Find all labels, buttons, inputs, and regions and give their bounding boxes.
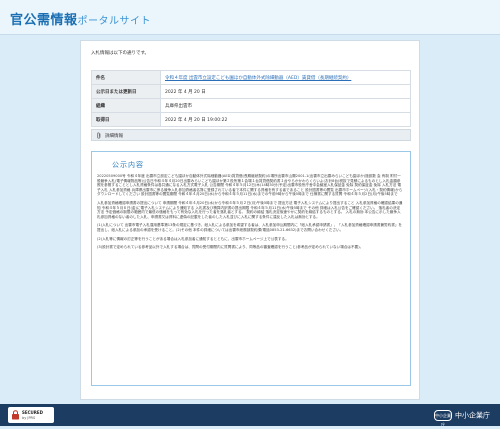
secured-seal[interactable]: SECURED by JPRS bbox=[8, 407, 54, 423]
attachment-bar[interactable]: 詳細情報 bbox=[91, 129, 411, 141]
notice-paragraph: 入札参加資格確認申請書の提出について 申請期間 令和４年４月20日(水)から令和… bbox=[97, 200, 403, 219]
bid-info-table: 件名 令和４年度 出雲市立設定こども園ほか自動体外式除細動器（AED）賃貸借（長… bbox=[91, 70, 411, 127]
paperclip-icon bbox=[97, 132, 101, 139]
notice-paragraph: (2)入札等に情報の訂正等を行うことがある場合は入札参加者に通知するとともに、出… bbox=[97, 236, 289, 241]
logo-main-text: 官公需情報 bbox=[10, 13, 78, 28]
agency-name: 中小企業庁 bbox=[455, 411, 490, 420]
intro-text: 入札情報は以下の通りです。 bbox=[91, 51, 150, 56]
table-row: 組織 兵庫県出雲市 bbox=[91, 98, 411, 113]
notice-paragraph: (3)設計書で定められている参考品以外で入札する場合は、質問の受付期間内に質問書… bbox=[97, 245, 364, 250]
bid-detail-panel: 入札情報は以下の通りです。 件名 令和４年度 出雲市立設定こども園ほか自動体外式… bbox=[80, 40, 420, 400]
row-key-subject: 件名 bbox=[91, 70, 161, 85]
secured-subtitle: by JPRS bbox=[22, 416, 36, 420]
table-row: 公示日または更新日 2022 年 4 月 20 日 bbox=[91, 84, 411, 99]
table-row: 取得日 2022 年 4 月 20 日 19:00:22 bbox=[91, 112, 411, 127]
site-footer: SECURED by JPRS 中小企業庁中小企業庁 bbox=[0, 404, 500, 427]
subject-link[interactable]: 令和４年度 出雲市立設定こども園ほか自動体外式除細動器（AED）賃貸借（長期継続… bbox=[160, 70, 411, 85]
attachment-label: 詳細情報 bbox=[105, 134, 123, 139]
agency-emblem-icon: 中小企業庁 bbox=[434, 410, 452, 427]
notice-paragraph: 20220509000号 令和４年度 出雲市立設定こども園ほか自動体外式除細動器… bbox=[97, 174, 403, 197]
notice-body: 20220509000号 令和４年度 出雲市立設定こども園ほか自動体外式除細動器… bbox=[97, 174, 403, 254]
row-value-date: 2022 年 4 月 20 日 bbox=[160, 84, 411, 99]
table-row: 件名 令和４年度 出雲市立設定こども園ほか自動体外式除細動器（AED）賃貸借（長… bbox=[91, 70, 411, 85]
secured-title: SECURED bbox=[22, 410, 43, 415]
site-header: 官公需情報ポータルサイト bbox=[0, 0, 500, 35]
notice-box: 公示内容 20220509000号 令和４年度 出雲市立設定こども園ほか自動体外… bbox=[91, 151, 411, 386]
row-key-acquired: 取得日 bbox=[91, 112, 161, 127]
row-key-date: 公示日または更新日 bbox=[91, 84, 161, 99]
row-value-acquired: 2022 年 4 月 20 日 19:00:22 bbox=[160, 112, 411, 127]
site-logo[interactable]: 官公需情報ポータルサイト bbox=[10, 9, 151, 28]
lock-icon bbox=[12, 410, 19, 420]
row-value-org: 兵庫県出雲市 bbox=[160, 98, 411, 113]
notice-title: 公示内容 bbox=[112, 161, 144, 169]
notice-paragraph: (1)入札について 出雲市電子入札運用基準第13条の規定に基づき、紙入札による参… bbox=[97, 223, 403, 232]
row-key-org: 組織 bbox=[91, 98, 161, 113]
agency-link[interactable]: 中小企業庁中小企業庁 bbox=[434, 410, 490, 427]
logo-sub-text: ポータルサイト bbox=[77, 16, 152, 27]
